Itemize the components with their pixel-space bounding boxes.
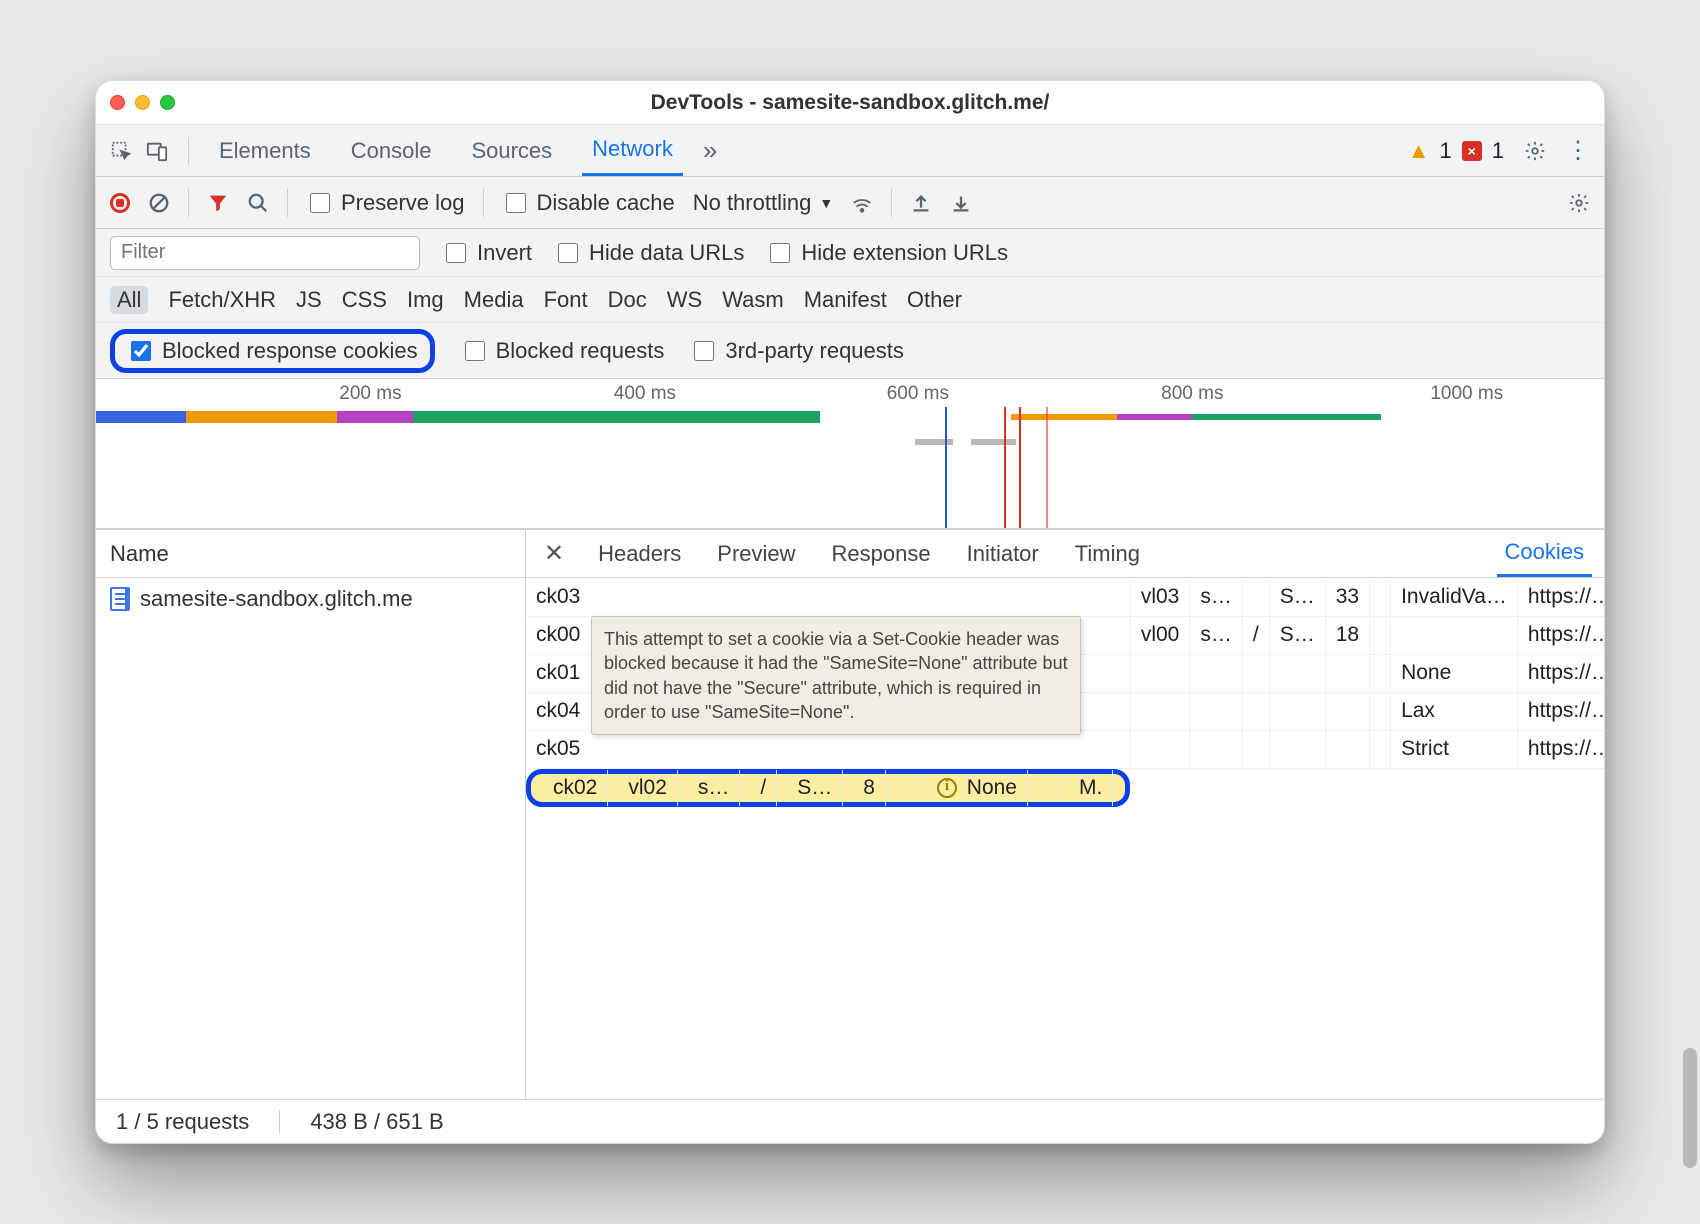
blocked-response-cookies-highlight: Blocked response cookies	[110, 329, 435, 373]
warning-icon[interactable]: ▲	[1408, 138, 1430, 164]
network-toolbar: Preserve log Disable cache No throttling…	[96, 177, 1604, 229]
tab-console[interactable]: Console	[341, 125, 442, 176]
type-filter-other[interactable]: Other	[907, 287, 962, 313]
info-icon	[937, 778, 957, 798]
type-filter-all[interactable]: All	[110, 286, 148, 314]
timeline-tick: 800 ms	[1161, 383, 1223, 405]
filter-bar: Invert Hide data URLs Hide extension URL…	[96, 229, 1604, 277]
timeline-tick: 1000 ms	[1430, 383, 1503, 405]
type-filter-doc[interactable]: Doc	[608, 287, 647, 313]
titlebar: DevTools - samesite-sandbox.glitch.me/	[96, 81, 1604, 125]
type-filter-font[interactable]: Font	[544, 287, 588, 313]
resource-type-filter: All Fetch/XHR JS CSS Img Media Font Doc WS Wasm Ma…	[96, 277, 1604, 323]
more-tabs-icon[interactable]: »	[703, 135, 717, 166]
overview-timeline[interactable]: 200 ms 400 ms 600 ms 800 ms 1000 ms	[96, 379, 1604, 529]
third-party-requests-checkbox[interactable]: 3rd-party requests	[690, 338, 904, 364]
name-column-header[interactable]: Name	[96, 530, 525, 578]
tab-elements[interactable]: Elements	[209, 125, 321, 176]
type-filter-ws[interactable]: WS	[667, 287, 702, 313]
network-conditions-icon[interactable]	[851, 192, 873, 214]
type-filter-css[interactable]: CSS	[342, 287, 387, 313]
tab-initiator[interactable]: Initiator	[959, 530, 1047, 577]
devtools-window: DevTools - samesite-sandbox.glitch.me/ E…	[95, 80, 1605, 1144]
requests-count: 1 / 5 requests	[116, 1109, 249, 1135]
more-options-icon[interactable]: ⋮	[1566, 136, 1590, 165]
warning-count: 1	[1440, 138, 1452, 164]
hide-data-urls-checkbox[interactable]: Hide data URLs	[554, 240, 744, 266]
cookie-row[interactable]: ck05Stricthttps://…M.	[526, 730, 1604, 768]
record-button[interactable]	[110, 193, 130, 213]
request-name: samesite-sandbox.glitch.me	[140, 586, 413, 612]
secondary-filters: Blocked response cookies Blocked request…	[96, 323, 1604, 379]
request-grid: Name samesite-sandbox.glitch.me ✕ Header…	[96, 529, 1604, 1099]
transfer-size: 438 B / 651 B	[310, 1109, 443, 1135]
upload-har-icon[interactable]	[910, 192, 932, 214]
error-count: 1	[1492, 138, 1504, 164]
error-icon[interactable]: ×	[1462, 141, 1482, 161]
cookie-row[interactable]: ck02vl02s…/S…8 NoneM.	[526, 769, 1130, 807]
blocked-requests-checkbox[interactable]: Blocked requests	[461, 338, 665, 364]
type-filter-manifest[interactable]: Manifest	[804, 287, 887, 313]
tab-network[interactable]: Network	[582, 125, 683, 176]
timeline-tick: 400 ms	[614, 383, 676, 405]
cookies-table[interactable]: ck03vl03s…S…33InvalidVa…https://…M.ck00v…	[526, 578, 1604, 1099]
status-bar: 1 / 5 requests 438 B / 651 B	[96, 1099, 1604, 1143]
type-filter-wasm[interactable]: Wasm	[722, 287, 784, 313]
invert-checkbox[interactable]: Invert	[442, 240, 532, 266]
settings-icon[interactable]	[1524, 140, 1546, 162]
panel-settings-icon[interactable]	[1568, 192, 1590, 214]
separator	[188, 137, 189, 165]
search-icon[interactable]	[247, 192, 269, 214]
timeline-tick: 600 ms	[887, 383, 949, 405]
inspect-icon[interactable]	[110, 140, 132, 162]
document-icon	[110, 587, 130, 611]
type-filter-media[interactable]: Media	[464, 287, 524, 313]
timeline-tick: 200 ms	[339, 383, 401, 405]
hide-extension-urls-checkbox[interactable]: Hide extension URLs	[766, 240, 1008, 266]
type-filter-img[interactable]: Img	[407, 287, 444, 313]
blocked-response-cookies-checkbox[interactable]: Blocked response cookies	[127, 338, 418, 364]
type-filter-fetchxhr[interactable]: Fetch/XHR	[168, 287, 276, 313]
filter-input[interactable]	[110, 236, 420, 270]
cookie-row[interactable]: ck03vl03s…S…33InvalidVa…https://…M.	[526, 578, 1604, 616]
throttle-select[interactable]: No throttling ▼	[693, 190, 833, 216]
window-title: DevTools - samesite-sandbox.glitch.me/	[96, 91, 1604, 115]
detail-tab-bar: ✕ Headers Preview Response Initiator Tim…	[526, 530, 1604, 578]
cookie-block-tooltip: This attempt to set a cookie via a Set-C…	[591, 616, 1081, 735]
type-filter-js[interactable]: JS	[296, 287, 322, 313]
device-toolbar-icon[interactable]	[146, 140, 168, 162]
disable-cache-checkbox[interactable]: Disable cache	[502, 190, 675, 216]
download-har-icon[interactable]	[950, 192, 972, 214]
request-row[interactable]: samesite-sandbox.glitch.me	[96, 578, 525, 620]
tab-timing[interactable]: Timing	[1067, 530, 1148, 577]
clear-icon[interactable]	[148, 192, 170, 214]
main-tab-bar: Elements Console Sources Network » ▲ 1 ×…	[96, 125, 1604, 177]
preserve-log-checkbox[interactable]: Preserve log	[306, 190, 465, 216]
tab-headers[interactable]: Headers	[590, 530, 689, 577]
tab-cookies[interactable]: Cookies	[1497, 530, 1592, 577]
filter-icon[interactable]	[207, 192, 229, 214]
close-details-icon[interactable]: ✕	[538, 539, 570, 568]
tab-sources[interactable]: Sources	[461, 125, 562, 176]
tab-response[interactable]: Response	[824, 530, 939, 577]
tab-preview[interactable]: Preview	[709, 530, 803, 577]
